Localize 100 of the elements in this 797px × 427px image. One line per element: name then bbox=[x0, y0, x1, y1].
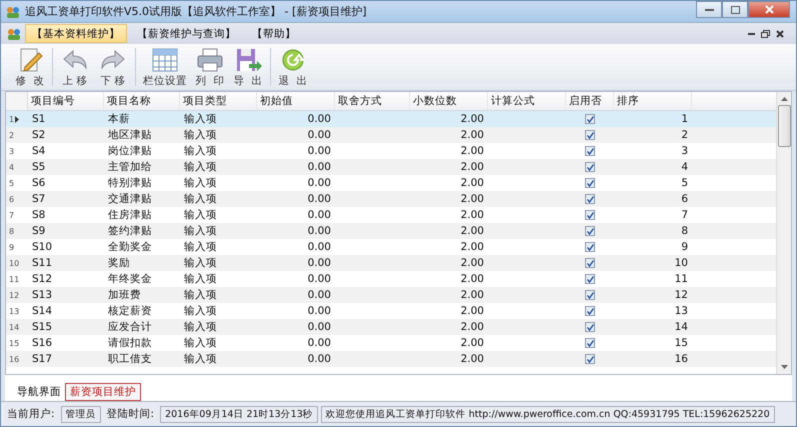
table-row[interactable]: 6 S7 交通津贴 输入项 0.00 2.00 6 bbox=[6, 191, 776, 207]
checkbox[interactable] bbox=[585, 146, 595, 156]
maximize-button[interactable] bbox=[722, 1, 748, 18]
toolbar-button[interactable]: 导 出 bbox=[229, 46, 267, 88]
table-cell: 0.00 bbox=[308, 177, 331, 189]
column-header[interactable]: 小数位数 bbox=[410, 92, 488, 110]
table-cell: 0.00 bbox=[308, 145, 331, 157]
table-cell: 2.00 bbox=[460, 337, 484, 349]
table-cell: S6 bbox=[32, 177, 46, 189]
table-cell: 13 bbox=[674, 305, 688, 317]
table-cell: 6 bbox=[681, 193, 688, 205]
table-cell: 0.00 bbox=[308, 273, 331, 285]
toolbar-button[interactable]: 栏位设置 bbox=[139, 46, 191, 88]
menu-item[interactable]: 【帮助】 bbox=[246, 24, 302, 43]
table-cell: 输入项 bbox=[184, 128, 217, 142]
toolbar-button[interactable]: 下 移 bbox=[94, 46, 132, 88]
table-cell: S4 bbox=[32, 145, 46, 157]
table-cell: 应发合计 bbox=[108, 320, 152, 334]
table-row[interactable]: 12 S13 加班费 输入项 0.00 2.00 12 bbox=[6, 287, 776, 303]
table-row[interactable]: 3 S4 岗位津贴 输入项 0.00 2.00 3 bbox=[6, 143, 776, 159]
table-row[interactable]: 15 S16 请假扣款 输入项 0.00 2.00 15 bbox=[6, 335, 776, 351]
table-cell: 0.00 bbox=[308, 305, 331, 317]
menu-item[interactable]: 【薪资维护与查询】 bbox=[131, 24, 242, 43]
checkbox[interactable] bbox=[585, 258, 595, 268]
down-arrow-icon bbox=[780, 365, 788, 370]
checkbox[interactable] bbox=[585, 226, 595, 236]
table-row[interactable]: 5 S6 特别津贴 输入项 0.00 2.00 5 bbox=[6, 175, 776, 191]
minimize-button[interactable] bbox=[696, 1, 722, 18]
close-icon[interactable] bbox=[776, 30, 784, 38]
table-row[interactable]: 11 S12 年终奖金 输入项 0.00 2.00 11 bbox=[6, 271, 776, 287]
checkbox[interactable] bbox=[585, 242, 595, 252]
column-header[interactable]: 启用否 bbox=[566, 92, 614, 110]
table-cell: 输入项 bbox=[184, 336, 217, 350]
table-cell: 12 bbox=[674, 289, 688, 301]
tab[interactable]: 导航界面 bbox=[13, 383, 65, 401]
row-number: 10 bbox=[9, 258, 20, 268]
window-title: 追风工资单打印软件V5.0试用版【追风软件工作室】 - [薪资项目维护] bbox=[25, 4, 367, 19]
app-icon bbox=[7, 28, 21, 40]
table-cell: 2.00 bbox=[460, 257, 484, 269]
row-number: 13 bbox=[9, 306, 20, 316]
table-cell: 奖励 bbox=[108, 256, 130, 270]
minimize-icon bbox=[704, 8, 714, 12]
toolbar-button[interactable]: 修 改 bbox=[11, 46, 49, 88]
table-cell: 年终奖金 bbox=[108, 272, 152, 286]
scrollbar[interactable] bbox=[776, 92, 791, 374]
column-header[interactable]: 项目编号 bbox=[28, 92, 104, 110]
table-cell: 0.00 bbox=[308, 129, 331, 141]
table-row[interactable]: 9 S10 全勤奖金 输入项 0.00 2.00 9 bbox=[6, 239, 776, 255]
tab[interactable]: 薪资项目维护 bbox=[65, 383, 141, 401]
table-cell: 输入项 bbox=[184, 224, 217, 238]
status-text: 欢迎您使用追风工资单打印软件 http://www.pweroffice.com.cn QQ:45931795 TEL:15962625220 bbox=[320, 406, 775, 422]
table-row[interactable]: 2 S2 地区津贴 输入项 0.00 2.00 2 bbox=[6, 127, 776, 143]
table-row[interactable]: 4 S5 主管加给 输入项 0.00 2.00 4 bbox=[6, 159, 776, 175]
checkbox[interactable] bbox=[585, 306, 595, 316]
checkbox[interactable] bbox=[585, 354, 595, 364]
table-cell: 0.00 bbox=[308, 289, 331, 301]
table-row[interactable]: 7 S8 住房津贴 输入项 0.00 2.00 7 bbox=[6, 207, 776, 223]
printer-icon bbox=[195, 46, 225, 72]
table-row[interactable]: 8 S9 签约津贴 输入项 0.00 2.00 8 bbox=[6, 223, 776, 239]
column-header[interactable]: 取舍方式 bbox=[335, 92, 410, 110]
checkbox[interactable] bbox=[585, 194, 595, 204]
checkbox[interactable] bbox=[585, 210, 595, 220]
restore-icon[interactable] bbox=[761, 30, 770, 38]
table-cell: 2.00 bbox=[460, 193, 484, 205]
column-header[interactable]: 计算公式 bbox=[488, 92, 566, 110]
column-header[interactable]: 项目类型 bbox=[180, 92, 257, 110]
table-cell: 2.00 bbox=[460, 209, 484, 221]
checkbox[interactable] bbox=[585, 322, 595, 332]
toolbar-button[interactable]: 列 印 bbox=[191, 46, 229, 88]
table-row[interactable]: 16 S17 职工借支 输入项 0.00 2.00 16 bbox=[6, 351, 776, 367]
table-cell: S5 bbox=[32, 161, 46, 173]
table-cell: 0.00 bbox=[308, 225, 331, 237]
table-cell: 2.00 bbox=[460, 289, 484, 301]
column-header[interactable]: 初始值 bbox=[257, 92, 335, 110]
toolbar-button[interactable]: 退 出 bbox=[274, 46, 312, 88]
checkbox[interactable] bbox=[585, 162, 595, 172]
toolbar-button[interactable]: 上 移 bbox=[56, 46, 94, 88]
checkbox[interactable] bbox=[585, 130, 595, 140]
checkbox[interactable] bbox=[585, 178, 595, 188]
checkbox[interactable] bbox=[585, 290, 595, 300]
table-row[interactable]: 1 S1 本薪 输入项 0.00 2.00 1 bbox=[6, 111, 776, 127]
row-number: 12 bbox=[9, 290, 20, 300]
row-number: 14 bbox=[9, 322, 20, 332]
menu-item[interactable]: 【基本资料维护】 bbox=[25, 24, 127, 43]
row-number: 15 bbox=[9, 338, 20, 348]
table-cell: 输入项 bbox=[184, 144, 217, 158]
table-row[interactable]: 14 S15 应发合计 输入项 0.00 2.00 14 bbox=[6, 319, 776, 335]
checkbox[interactable] bbox=[585, 274, 595, 284]
table-row[interactable]: 10 S11 奖励 输入项 0.00 2.00 10 bbox=[6, 255, 776, 271]
scrollbar-thumb[interactable] bbox=[778, 105, 790, 147]
column-header[interactable]: 排序 bbox=[614, 92, 692, 110]
minimize-icon[interactable] bbox=[748, 32, 755, 35]
table-cell: 特别津贴 bbox=[108, 176, 152, 190]
close-button[interactable] bbox=[748, 1, 790, 18]
row-pointer-icon bbox=[15, 116, 20, 122]
checkbox[interactable] bbox=[585, 338, 595, 348]
table-row[interactable]: 13 S14 核定薪资 输入项 0.00 2.00 13 bbox=[6, 303, 776, 319]
checkbox[interactable] bbox=[585, 114, 595, 124]
table-cell: 8 bbox=[681, 225, 688, 237]
column-header[interactable]: 项目名称 bbox=[104, 92, 180, 110]
